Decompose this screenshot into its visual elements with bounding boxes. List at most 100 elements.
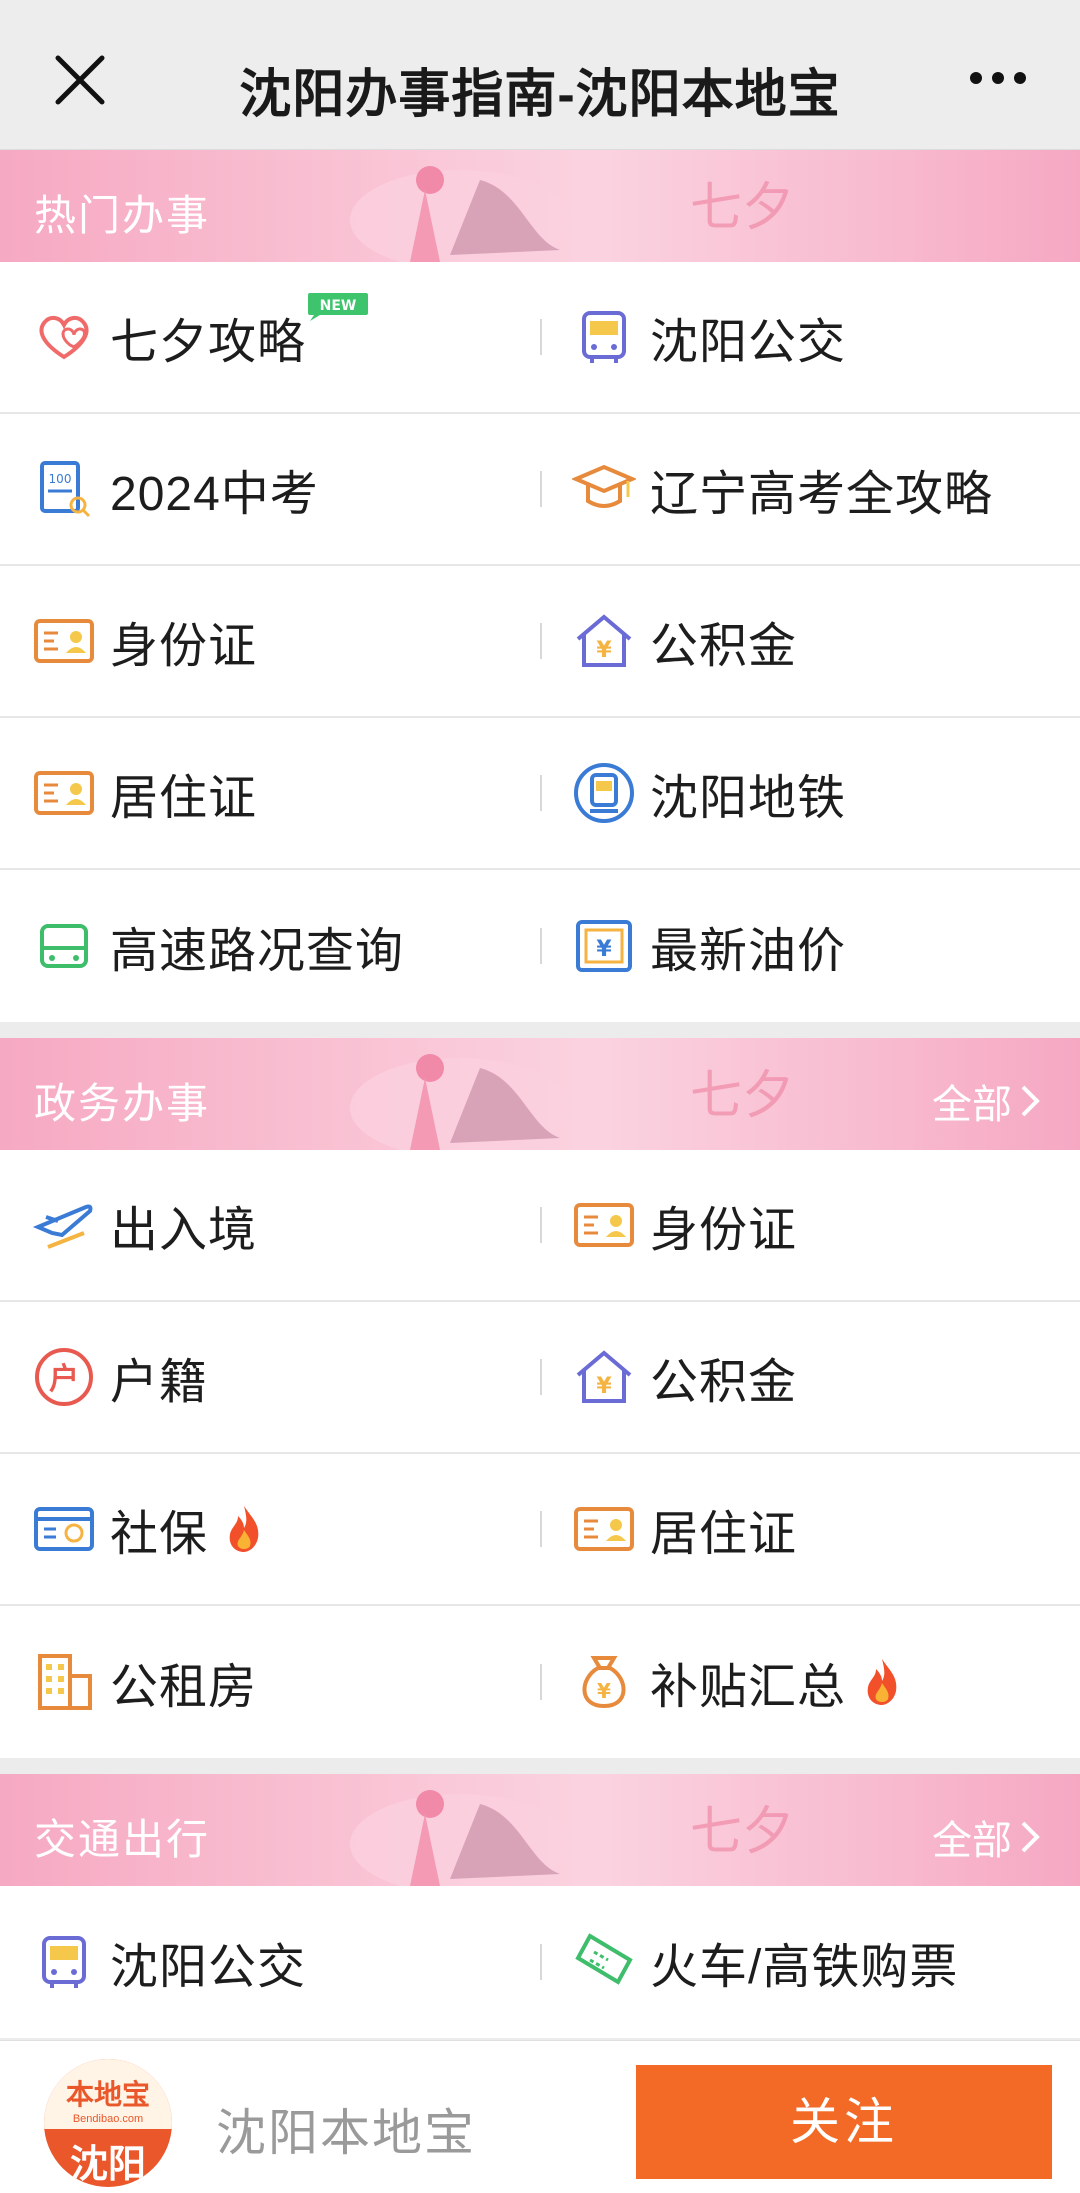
svg-text:100: 100 <box>49 472 72 486</box>
service-label: 出入境 <box>110 1204 258 1257</box>
section-gap <box>0 1022 1080 1038</box>
view-all-link[interactable]: 全部 <box>932 1808 1040 1866</box>
service-item-subsidy[interactable]: ¥ 补贴汇总 <box>540 1606 1080 1758</box>
plane-icon <box>32 1204 93 1249</box>
account-name[interactable]: 沈阳本地宝 <box>216 2093 476 2165</box>
close-icon[interactable] <box>52 52 108 108</box>
id-card-icon <box>34 771 94 815</box>
service-label: 沈阳公交 <box>110 1941 307 1994</box>
id-card-icon <box>574 1507 634 1551</box>
bus-green-icon <box>40 924 88 968</box>
service-item-fund[interactable]: ¥ 公积金 <box>540 565 1080 717</box>
svg-text:¥: ¥ <box>596 638 612 663</box>
id-card-icon <box>574 1203 634 1247</box>
svg-text:七夕: 七夕 <box>690 1802 794 1862</box>
service-item-residence[interactable]: 居住证 <box>540 1453 1080 1605</box>
graduation-cap-icon <box>572 464 636 508</box>
account-avatar[interactable]: 本地宝 Bendibao.com 沈阳 <box>44 2059 172 2187</box>
service-item-train-ticket[interactable]: 火车/高铁购票 <box>540 1886 1080 2038</box>
service-item-metro[interactable]: 沈阳地铁 <box>540 717 1080 869</box>
section-title: 热门办事 <box>34 192 211 239</box>
section-gap <box>0 1758 1080 1774</box>
grid-row: 社保 居住证 <box>0 1454 1080 1606</box>
service-item-zhongkao[interactable]: 100 2024中考 <box>0 413 540 565</box>
grid-row: 居住证 沈阳地铁 <box>0 718 1080 870</box>
svg-text:户: 户 <box>49 1362 79 1397</box>
ticket-icon <box>575 1933 633 1985</box>
service-label: 高速路况查询 <box>110 925 405 978</box>
grid-row: 出入境 身份证 <box>0 1150 1080 1302</box>
view-all-label: 全部 <box>932 1819 1012 1863</box>
service-item-public-rental[interactable]: 公租房 <box>0 1606 540 1758</box>
grid-row: 沈阳公交 火车/高铁购票 <box>0 1886 1080 2038</box>
fire-icon <box>867 1659 897 1705</box>
service-item-gaokao[interactable]: 辽宁高考全攻略 <box>540 413 1080 565</box>
service-item-bus[interactable]: 沈阳公交 <box>540 261 1080 413</box>
building-icon <box>38 1654 92 1710</box>
grid-row: 100 2024中考 辽宁高考全攻略 <box>0 414 1080 566</box>
service-item-fund[interactable]: ¥ 公积金 <box>540 1301 1080 1453</box>
view-all-link[interactable]: 全部 <box>932 1072 1040 1130</box>
qixi-decoration-icon: 七夕 <box>350 1790 794 1886</box>
fire-icon <box>229 1506 259 1552</box>
service-label: 公租房 <box>110 1661 258 1714</box>
svg-text:七夕: 七夕 <box>690 178 794 238</box>
service-item-social-security[interactable]: 社保 <box>0 1453 540 1605</box>
service-item-highway[interactable]: 高速路况查询 <box>0 870 540 1022</box>
gov-services-grid: 出入境 身份证 户 户籍 ¥ 公积金 社保 居住证 公租房 ¥ 补贴汇总 <box>0 1150 1080 1758</box>
service-item-idcard[interactable]: 身份证 <box>540 1149 1080 1301</box>
service-item-exit-entry[interactable]: 出入境 <box>0 1149 540 1301</box>
service-label: 补贴汇总 <box>650 1661 847 1714</box>
service-label: 七夕攻略 <box>110 316 307 369</box>
bus-icon <box>582 311 626 363</box>
grid-row: 高速路况查询 ¥ 最新油价 <box>0 870 1080 1022</box>
service-label: 火车/高铁购票 <box>650 1941 959 1994</box>
bus-icon <box>42 1936 86 1988</box>
service-label: 身份证 <box>650 1204 798 1257</box>
service-item-household[interactable]: 户 户籍 <box>0 1301 540 1453</box>
service-item-qixi[interactable]: 七夕攻略 NEW <box>0 261 540 413</box>
service-label: 辽宁高考全攻略 <box>650 468 994 521</box>
service-label: 居住证 <box>650 1508 798 1561</box>
id-card-icon <box>34 619 94 663</box>
logo-subtext: Bendibao.com <box>72 2113 144 2125</box>
service-item-residence[interactable]: 居住证 <box>0 717 540 869</box>
service-label: 身份证 <box>110 620 258 673</box>
service-item-idcard[interactable]: 身份证 <box>0 565 540 717</box>
svg-text:¥: ¥ <box>596 1374 612 1399</box>
grid-row: 公租房 ¥ 补贴汇总 <box>0 1606 1080 1758</box>
logo-text: 本地宝 <box>65 2078 150 2111</box>
metro-icon <box>574 763 634 823</box>
service-label: 沈阳地铁 <box>650 772 847 825</box>
svg-text:¥: ¥ <box>597 1679 611 1703</box>
yen-box-icon: ¥ <box>576 920 632 972</box>
service-label: 社保 <box>110 1508 209 1561</box>
svg-text:七夕: 七夕 <box>690 1066 794 1126</box>
chevron-right-icon <box>1021 1821 1040 1853</box>
traffic-services-grid: 沈阳公交 火车/高铁购票 <box>0 1886 1080 2038</box>
section-title: 政务办事 <box>34 1080 211 1127</box>
house-yen-icon: ¥ <box>576 614 632 667</box>
more-icon[interactable] <box>968 66 1028 90</box>
svg-text:¥: ¥ <box>596 937 612 962</box>
section-banner-traffic: 七夕 交通出行 全部 <box>0 1774 1080 1886</box>
grid-row: 户 户籍 ¥ 公积金 <box>0 1302 1080 1454</box>
chevron-right-icon <box>1021 1085 1040 1117</box>
follow-button[interactable]: 关注 <box>636 2065 1052 2179</box>
service-label: 2024中考 <box>110 468 319 521</box>
section-banner-hot: 七夕 热门办事 <box>0 150 1080 262</box>
grid-row: 七夕攻略 NEW 沈阳公交 <box>0 262 1080 414</box>
service-label: 沈阳公交 <box>650 316 847 369</box>
service-label: 居住证 <box>110 772 258 825</box>
service-item-oil[interactable]: ¥ 最新油价 <box>540 870 1080 1022</box>
section-banner-gov: 七夕 政务办事 全部 <box>0 1038 1080 1150</box>
grid-row: 身份证 ¥ 公积金 <box>0 566 1080 718</box>
page-title: 沈阳办事指南-沈阳本地宝 <box>239 66 841 124</box>
household-icon: 户 <box>35 1348 93 1406</box>
service-label: 户籍 <box>110 1356 209 1409</box>
social-card-icon <box>34 1507 94 1551</box>
logo-top: 本地宝 Bendibao.com <box>44 2059 172 2129</box>
exam-paper-icon: 100 <box>40 461 91 518</box>
service-item-bus[interactable]: 沈阳公交 <box>0 1886 540 2038</box>
house-yen-icon: ¥ <box>576 1350 632 1403</box>
